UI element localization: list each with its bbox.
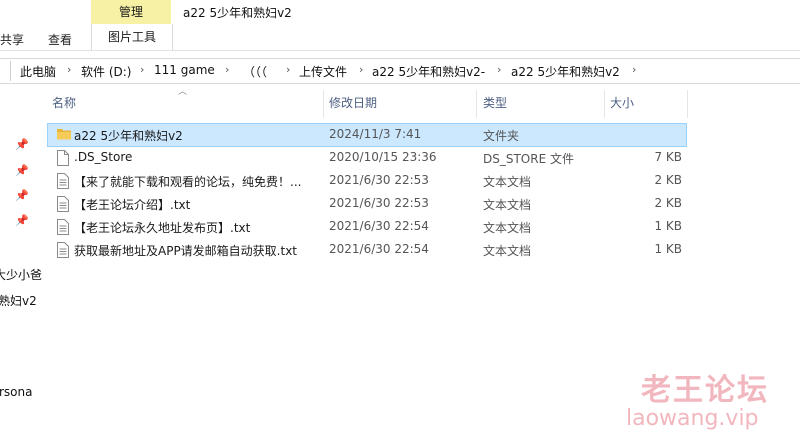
- watermark-url: laowang.vip: [626, 406, 759, 431]
- file-name: 【老王论坛永久地址发布页】.txt: [74, 221, 251, 235]
- file-name: .DS_Store: [74, 150, 133, 164]
- text-file-icon: [56, 173, 70, 192]
- breadcrumb-this-pc[interactable]: 此电脑: [20, 63, 56, 80]
- pin-icon[interactable]: 📌: [15, 189, 29, 202]
- file-size: 7 KB: [654, 150, 682, 164]
- file-date: 2021/6/30 22:53: [329, 196, 429, 210]
- folder-icon: [56, 127, 72, 144]
- pin-icon[interactable]: 📌: [15, 164, 29, 177]
- text-file-icon: [56, 219, 70, 238]
- ribbon: 共享 查看 管理 图片工具 a22 5少年和熟妇v2: [0, 0, 800, 51]
- file-type: 文本文档: [483, 198, 532, 212]
- file-date: 2020/10/15 23:36: [329, 150, 437, 164]
- file-date: 2021/6/30 22:53: [329, 173, 429, 187]
- chevron-right-icon[interactable]: ›: [67, 63, 71, 76]
- column-header-type[interactable]: 类型: [483, 90, 507, 118]
- file-type: 文本文档: [483, 175, 532, 189]
- file-date: 2021/6/30 22:54: [329, 219, 429, 233]
- window-title: a22 5少年和熟妇v2: [183, 6, 292, 20]
- file-name: 【来了就能下载和观看的论坛，纯免费！...: [74, 175, 302, 189]
- tab-view[interactable]: 查看: [48, 31, 72, 48]
- text-file-icon: [56, 196, 70, 215]
- column-header-date[interactable]: 修改日期: [329, 90, 377, 118]
- file-date: 2021/6/30 22:54: [329, 242, 429, 256]
- file-name: 【老王论坛介绍】.txt: [74, 198, 191, 212]
- column-header-name[interactable]: 名称: [52, 90, 76, 118]
- chevron-right-icon[interactable]: ›: [286, 63, 290, 76]
- watermark-title: 老王论坛: [641, 373, 769, 408]
- file-size: 1 KB: [654, 219, 682, 233]
- file-row[interactable]: 【来了就能下载和观看的论坛，纯免费！... 2021/6/30 22:53 文本…: [48, 170, 686, 192]
- chevron-right-icon[interactable]: ›: [497, 63, 501, 76]
- file-icon: [56, 150, 70, 169]
- breadcrumb-drive-d[interactable]: 软件 (D:): [81, 63, 131, 80]
- tab-picture-tools[interactable]: 图片工具: [91, 24, 173, 50]
- file-name: 获取最新地址及APP请发邮箱自动获取.txt: [74, 244, 298, 258]
- file-row[interactable]: 【老王论坛介绍】.txt 2021/6/30 22:53 文本文档 2 KB: [48, 193, 686, 215]
- column-divider[interactable]: [687, 90, 688, 118]
- breadcrumb-upload[interactable]: 上传文件: [299, 63, 347, 80]
- column-divider[interactable]: [604, 90, 605, 118]
- chevron-right-icon[interactable]: ›: [359, 63, 363, 76]
- address-divider: [10, 61, 11, 81]
- breadcrumb-parens[interactable]: （（（: [243, 63, 267, 80]
- tab-share[interactable]: 共享: [0, 31, 24, 48]
- file-type: DS_STORE 文件: [483, 152, 574, 166]
- file-row[interactable]: a22 5少年和熟妇v2 2024/11/3 7:41 文件夹: [47, 123, 687, 147]
- file-type: 文本文档: [483, 244, 532, 258]
- context-group-manage: 管理: [91, 0, 171, 24]
- file-type: 文本文档: [483, 221, 532, 235]
- file-row[interactable]: 获取最新地址及APP请发邮箱自动获取.txt 2021/6/30 22:54 文…: [48, 239, 686, 261]
- sort-ascending-icon: ︿: [178, 87, 188, 97]
- file-size: 2 KB: [654, 196, 682, 210]
- pin-icon[interactable]: 📌: [15, 138, 29, 151]
- breadcrumb-folder-current[interactable]: a22 5少年和熟妇v2: [511, 63, 620, 80]
- column-divider[interactable]: [323, 90, 324, 118]
- chevron-right-icon[interactable]: ›: [632, 63, 636, 76]
- chevron-right-icon[interactable]: ›: [140, 63, 144, 76]
- column-divider[interactable]: [476, 90, 477, 118]
- breadcrumb-folder-parent[interactable]: a22 5少年和熟妇v2-: [372, 63, 485, 80]
- file-date: 2024/11/3 7:41: [329, 127, 422, 141]
- pin-icon[interactable]: 📌: [15, 214, 29, 227]
- file-name: a22 5少年和熟妇v2: [74, 129, 183, 143]
- column-header-size[interactable]: 大小: [610, 90, 634, 118]
- file-size: 2 KB: [654, 173, 682, 187]
- chevron-right-icon[interactable]: ›: [225, 63, 229, 76]
- file-row[interactable]: 【老王论坛永久地址发布页】.txt 2021/6/30 22:54 文本文档 1…: [48, 216, 686, 238]
- nav-item-partial-3[interactable]: rsona: [0, 385, 33, 399]
- text-file-icon: [56, 242, 70, 261]
- address-bar[interactable]: 此电脑 › 软件 (D:) › 111 game › （（（ › 上传文件 › …: [0, 58, 800, 84]
- file-row[interactable]: .DS_Store 2020/10/15 23:36 DS_STORE 文件 7…: [48, 147, 686, 169]
- breadcrumb-111-game[interactable]: 111 game: [154, 63, 215, 77]
- nav-item-partial-2[interactable]: 熟妇v2: [0, 292, 37, 309]
- file-type: 文件夹: [483, 129, 520, 143]
- file-size: 1 KB: [654, 242, 682, 256]
- nav-item-partial-1[interactable]: 大少小爸: [0, 266, 42, 283]
